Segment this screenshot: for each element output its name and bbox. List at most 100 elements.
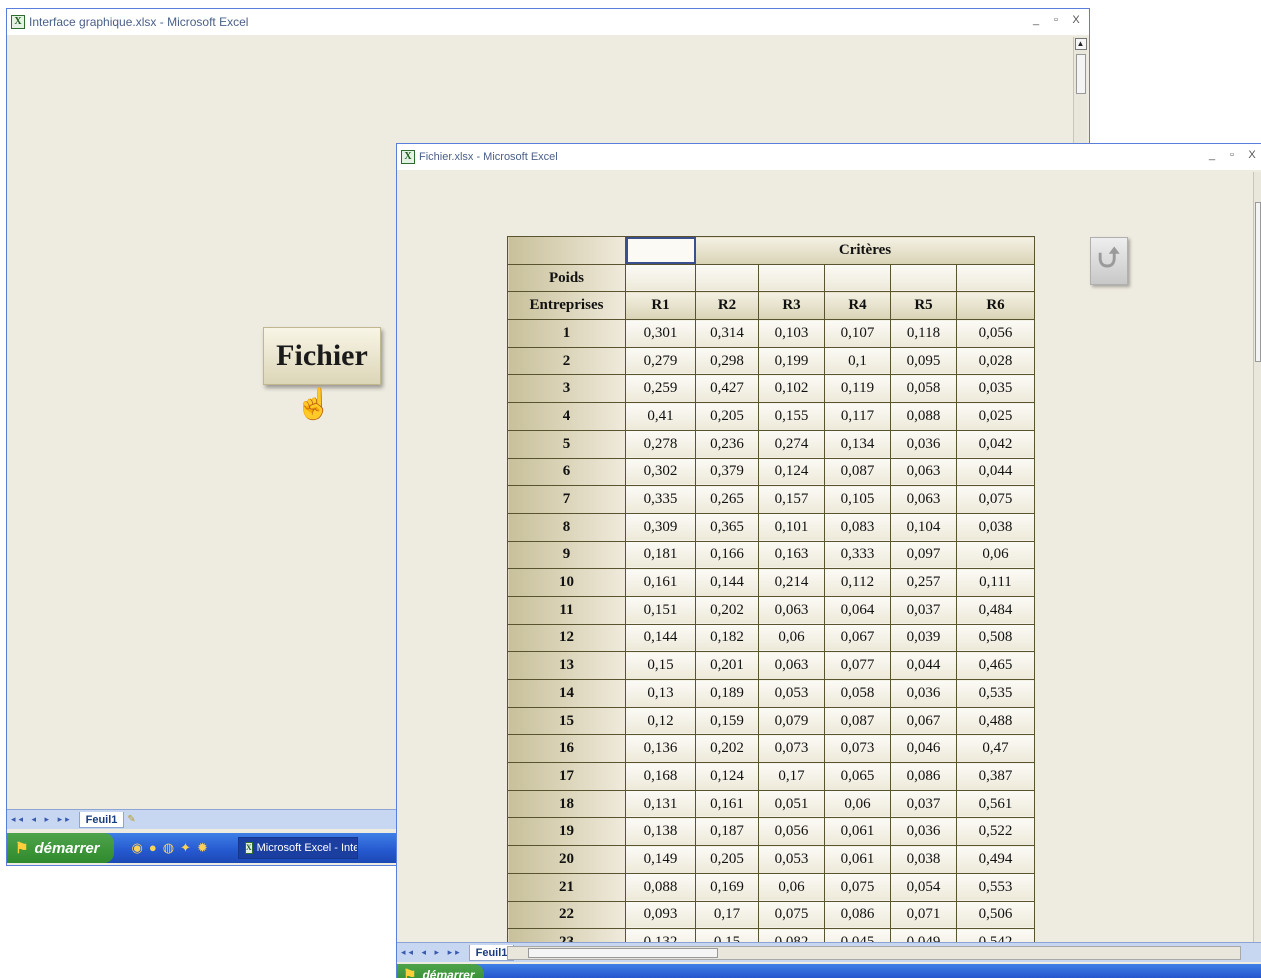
value-cell[interactable]: 0,535 bbox=[956, 679, 1035, 708]
value-cell[interactable]: 0,484 bbox=[956, 595, 1035, 625]
value-cell[interactable]: 0,049 bbox=[890, 928, 957, 942]
value-cell[interactable]: 0,061 bbox=[824, 817, 891, 847]
start-button[interactable]: ⚑ démarrer bbox=[7, 833, 114, 863]
value-cell[interactable]: 0,522 bbox=[956, 817, 1035, 847]
scroll-thumb[interactable] bbox=[528, 948, 718, 958]
value-cell[interactable]: 0,488 bbox=[956, 706, 1035, 736]
value-cell[interactable]: 0,042 bbox=[956, 429, 1035, 459]
value-cell[interactable]: 0,561 bbox=[956, 789, 1035, 819]
value-cell[interactable]: 0,061 bbox=[824, 845, 891, 874]
poids-cell[interactable] bbox=[824, 263, 891, 293]
value-cell[interactable]: 0,053 bbox=[758, 845, 825, 874]
value-cell[interactable]: 0,06 bbox=[824, 789, 891, 819]
value-cell[interactable]: 0,155 bbox=[758, 402, 825, 431]
value-cell[interactable]: 0,044 bbox=[890, 651, 957, 680]
value-cell[interactable]: 0,157 bbox=[758, 485, 825, 514]
value-cell[interactable]: 0,124 bbox=[758, 457, 825, 487]
value-cell[interactable]: 0,058 bbox=[890, 374, 957, 404]
vertical-scrollbar[interactable]: ▲ bbox=[1073, 37, 1087, 157]
value-cell[interactable]: 0,134 bbox=[824, 429, 891, 459]
value-cell[interactable]: 0,302 bbox=[625, 457, 696, 487]
value-cell[interactable]: 0,073 bbox=[758, 734, 825, 764]
value-cell[interactable]: 0,41 bbox=[625, 402, 696, 431]
value-cell[interactable]: 0,056 bbox=[758, 817, 825, 847]
value-cell[interactable]: 0,182 bbox=[695, 623, 759, 653]
insert-sheet-icon[interactable]: ✎ bbox=[127, 814, 135, 825]
value-cell[interactable]: 0,298 bbox=[695, 346, 759, 376]
value-cell[interactable]: 0,093 bbox=[625, 900, 696, 930]
poids-cell[interactable] bbox=[890, 263, 957, 293]
taskbar-excel-item[interactable]: X Microsoft Excel - Inte... bbox=[237, 837, 358, 859]
sheet-nav-arrows-icon[interactable]: ◂◂ ◂ ▸ ▸▸ bbox=[7, 814, 73, 825]
value-cell[interactable]: 0,102 bbox=[758, 374, 825, 404]
value-cell[interactable]: 0,161 bbox=[695, 789, 759, 819]
value-cell[interactable]: 0,082 bbox=[758, 928, 825, 942]
value-cell[interactable]: 0,104 bbox=[890, 512, 957, 542]
sheet-nav-arrows-icon[interactable]: ◂◂ ◂ ▸ ▸▸ bbox=[397, 947, 463, 958]
window-titlebar[interactable]: X Interface graphique.xlsx - Microsoft E… bbox=[7, 9, 1089, 35]
value-cell[interactable]: 0,086 bbox=[824, 900, 891, 930]
value-cell[interactable]: 0,1 bbox=[824, 346, 891, 376]
vertical-scrollbar[interactable] bbox=[1253, 172, 1261, 942]
value-cell[interactable]: 0,095 bbox=[890, 346, 957, 376]
value-cell[interactable]: 0,259 bbox=[625, 374, 696, 404]
value-cell[interactable]: 0,187 bbox=[695, 817, 759, 847]
value-cell[interactable]: 0,387 bbox=[956, 762, 1035, 791]
value-cell[interactable]: 0,149 bbox=[625, 845, 696, 874]
poids-cell[interactable] bbox=[758, 263, 825, 293]
value-cell[interactable]: 0,144 bbox=[695, 568, 759, 597]
value-cell[interactable]: 0,056 bbox=[956, 319, 1035, 348]
value-cell[interactable]: 0,063 bbox=[890, 485, 957, 514]
value-cell[interactable]: 0,265 bbox=[695, 485, 759, 514]
value-cell[interactable]: 0,111 bbox=[956, 568, 1035, 597]
value-cell[interactable]: 0,202 bbox=[695, 734, 759, 764]
value-cell[interactable]: 0,065 bbox=[824, 762, 891, 791]
value-cell[interactable]: 0,054 bbox=[890, 872, 957, 902]
value-cell[interactable]: 0,189 bbox=[695, 679, 759, 708]
value-cell[interactable]: 0,067 bbox=[890, 706, 957, 736]
value-cell[interactable]: 0,063 bbox=[758, 651, 825, 680]
value-cell[interactable]: 0,132 bbox=[625, 928, 696, 942]
value-cell[interactable]: 0,038 bbox=[890, 845, 957, 874]
value-cell[interactable]: 0,181 bbox=[625, 540, 696, 570]
value-cell[interactable]: 0,15 bbox=[625, 651, 696, 680]
value-cell[interactable]: 0,136 bbox=[625, 734, 696, 764]
value-cell[interactable]: 0,508 bbox=[956, 623, 1035, 653]
value-cell[interactable]: 0,17 bbox=[758, 762, 825, 791]
value-cell[interactable]: 0,067 bbox=[824, 623, 891, 653]
value-cell[interactable]: 0,335 bbox=[625, 485, 696, 514]
value-cell[interactable]: 0,138 bbox=[625, 817, 696, 847]
app-icon[interactable]: ◍ bbox=[163, 840, 174, 856]
start-button[interactable]: ⚑ démarrer bbox=[397, 964, 485, 978]
value-cell[interactable]: 0,257 bbox=[890, 568, 957, 597]
value-cell[interactable]: 0,506 bbox=[956, 900, 1035, 930]
value-cell[interactable]: 0,119 bbox=[824, 374, 891, 404]
value-cell[interactable]: 0,279 bbox=[625, 346, 696, 376]
value-cell[interactable]: 0,105 bbox=[824, 485, 891, 514]
value-cell[interactable]: 0,075 bbox=[956, 485, 1035, 514]
value-cell[interactable]: 0,169 bbox=[695, 872, 759, 902]
value-cell[interactable]: 0,112 bbox=[824, 568, 891, 597]
value-cell[interactable]: 0,274 bbox=[758, 429, 825, 459]
value-cell[interactable]: 0,199 bbox=[758, 346, 825, 376]
value-cell[interactable]: 0,553 bbox=[956, 872, 1035, 902]
value-cell[interactable]: 0,542 bbox=[956, 928, 1035, 942]
value-cell[interactable]: 0,039 bbox=[890, 623, 957, 653]
value-cell[interactable]: 0,117 bbox=[824, 402, 891, 431]
restore-icon[interactable]: ▫ bbox=[1051, 14, 1061, 26]
value-cell[interactable]: 0,028 bbox=[956, 346, 1035, 376]
selected-cell[interactable] bbox=[625, 236, 696, 265]
value-cell[interactable]: 0,151 bbox=[625, 595, 696, 625]
value-cell[interactable]: 0,12 bbox=[625, 706, 696, 736]
poids-cell[interactable] bbox=[625, 263, 696, 293]
fichier-button[interactable]: Fichier bbox=[263, 327, 381, 385]
value-cell[interactable]: 0,168 bbox=[625, 762, 696, 791]
value-cell[interactable]: 0,036 bbox=[890, 429, 957, 459]
value-cell[interactable]: 0,036 bbox=[890, 817, 957, 847]
value-cell[interactable]: 0,427 bbox=[695, 374, 759, 404]
value-cell[interactable]: 0,163 bbox=[758, 540, 825, 570]
media-icon[interactable]: ● bbox=[149, 840, 157, 856]
value-cell[interactable]: 0,205 bbox=[695, 845, 759, 874]
value-cell[interactable]: 0,038 bbox=[956, 512, 1035, 542]
value-cell[interactable]: 0,333 bbox=[824, 540, 891, 570]
